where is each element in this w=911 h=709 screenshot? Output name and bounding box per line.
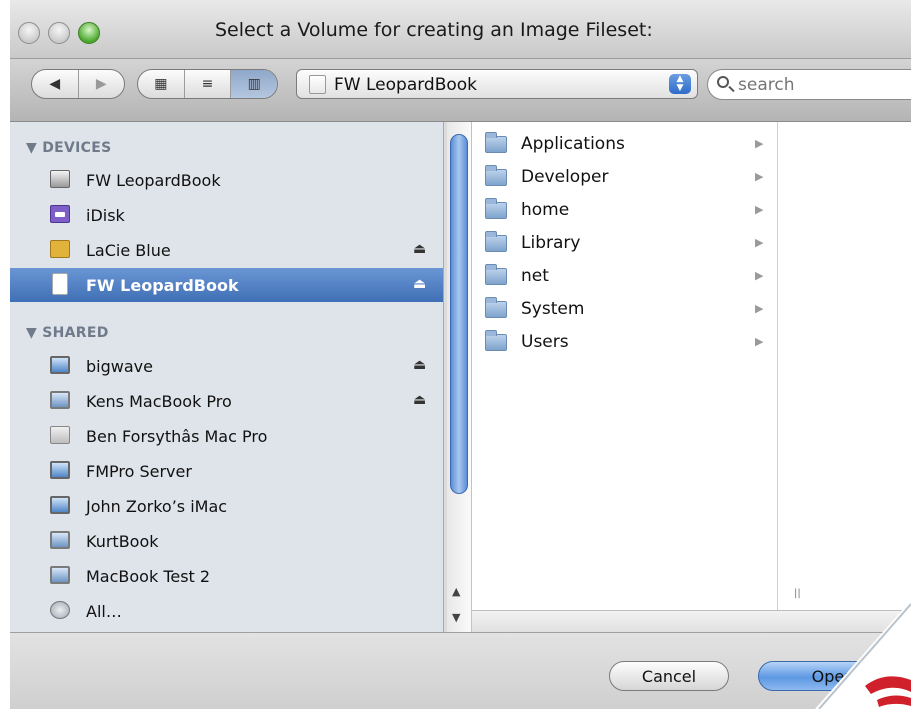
disclosure-arrow-icon: ▶ [755, 236, 764, 249]
title-bar: Select a Volume for creating an Image Fi… [10, 0, 911, 59]
disclosure-arrow-icon: ▶ [755, 335, 764, 348]
search-input[interactable] [736, 73, 890, 97]
folder-row-home[interactable]: home ▶ [472, 194, 777, 227]
list-view-button[interactable]: ≡ [185, 70, 232, 98]
folder-icon [485, 264, 507, 285]
folder-icon [485, 165, 507, 186]
zoom-window-button[interactable] [78, 22, 100, 44]
folder-row-net[interactable]: net ▶ [472, 260, 777, 293]
icon-view-button[interactable]: ▦ [138, 70, 185, 98]
search-icon [717, 76, 729, 88]
folder-row-users[interactable]: Users ▶ [472, 326, 777, 359]
sidebar-item-fw-leopardbook-disk[interactable]: FW LeopardBook [10, 163, 443, 197]
column-browser: Applications ▶ Developer ▶ home ▶ Librar… [472, 122, 911, 610]
sidebar-item-all[interactable]: All… [10, 594, 443, 628]
scroll-up-arrow-icon[interactable]: ▲ [452, 585, 460, 598]
forward-button[interactable]: ▶ [79, 70, 125, 98]
popup-stepper-icon: ▲ ▼ [669, 74, 691, 94]
sidebar-scrollbar[interactable]: ▲ ▼ [447, 122, 472, 632]
eject-icon[interactable]: ⏏ [413, 276, 426, 292]
folder-icon [485, 132, 507, 153]
eject-icon[interactable]: ⏏ [413, 357, 426, 373]
cancel-button[interactable]: Cancel [609, 661, 729, 691]
sidebar-item-macbook-test-2[interactable]: MacBook Test 2 [10, 559, 443, 593]
monitor-icon [50, 356, 70, 374]
toolbar: ◀ ▶ ▦ ≡ ▥ FW LeopardBook ▲ ▼ [10, 59, 911, 122]
disclosure-arrow-icon: ▶ [755, 302, 764, 315]
sidebar-item-kurtbook[interactable]: KurtBook [10, 524, 443, 558]
sidebar-item-ben-forsyth-mac-pro[interactable]: Ben Forsythâs Mac Pro [10, 419, 443, 453]
shared-header[interactable]: ▼ SHARED [26, 325, 109, 341]
imac-icon [50, 496, 70, 514]
sidebar-item-fmpro-server[interactable]: FMPro Server [10, 454, 443, 488]
lacie-drive-icon [50, 240, 70, 258]
back-forward-control: ◀ ▶ [31, 69, 125, 99]
macbook-icon [50, 391, 70, 409]
scroll-down-arrow-icon[interactable]: ▼ [452, 611, 460, 624]
network-globe-icon [50, 601, 70, 619]
disclosure-arrow-icon: ▶ [755, 137, 764, 150]
location-label: FW LeopardBook [334, 75, 478, 95]
sidebar-item-bigwave[interactable]: bigwave ⏏ [10, 349, 443, 383]
folder-row-system[interactable]: System ▶ [472, 293, 777, 326]
disclosure-arrow-icon: ▶ [755, 269, 764, 282]
monitor-icon [50, 461, 70, 479]
sidebar-scroll-thumb[interactable] [450, 134, 468, 494]
devices-header[interactable]: ▼ DEVICES [26, 140, 112, 156]
close-window-button[interactable] [18, 22, 40, 44]
column-view-button[interactable]: ▥ [231, 70, 277, 98]
view-mode-control: ▦ ≡ ▥ [137, 69, 278, 99]
dialog-button-bar: Cancel Open [10, 632, 911, 709]
open-dialog-window: Select a Volume for creating an Image Fi… [10, 0, 911, 709]
sidebar-item-lacie-blue[interactable]: LaCie Blue ⏏ [10, 233, 443, 267]
hard-drive-icon [50, 170, 70, 188]
sidebar-item-john-zorko-imac[interactable]: John Zorko’s iMac [10, 489, 443, 523]
folder-row-library[interactable]: Library ▶ [472, 227, 777, 260]
sidebar-item-kens-macbook-pro[interactable]: Kens MacBook Pro ⏏ [10, 384, 443, 418]
minimize-window-button[interactable] [48, 22, 70, 44]
macbook-icon [50, 566, 70, 584]
brand-swoosh-logo [815, 600, 911, 709]
column-resize-grip-icon[interactable]: || [794, 588, 801, 599]
volume-icon [309, 75, 326, 94]
eject-icon[interactable]: ⏏ [413, 241, 426, 257]
disclosure-arrow-icon: ▶ [755, 203, 764, 216]
eject-icon[interactable]: ⏏ [413, 392, 426, 408]
back-button[interactable]: ◀ [32, 70, 79, 98]
window-title: Select a Volume for creating an Image Fi… [215, 19, 653, 41]
sidebar-item-fw-leopardbook-volume[interactable]: FW LeopardBook ⏏ [10, 268, 443, 302]
folder-icon [485, 231, 507, 252]
folder-icon [485, 198, 507, 219]
folder-row-applications[interactable]: Applications ▶ [472, 128, 777, 161]
sidebar: ▼ DEVICES FW LeopardBook iDisk LaCie Blu… [10, 122, 444, 632]
sidebar-item-idisk[interactable]: iDisk [10, 198, 443, 232]
macbook-icon [50, 531, 70, 549]
search-field[interactable] [707, 69, 911, 100]
disclosure-arrow-icon: ▶ [755, 170, 764, 183]
macpro-icon [50, 426, 70, 444]
folder-row-developer[interactable]: Developer ▶ [472, 161, 777, 194]
folder-icon [485, 297, 507, 318]
browser-column-1: Applications ▶ Developer ▶ home ▶ Librar… [472, 122, 801, 610]
volume-icon [52, 273, 68, 295]
location-popup[interactable]: FW LeopardBook ▲ ▼ [296, 69, 698, 99]
folder-icon [485, 330, 507, 351]
idisk-icon [50, 205, 70, 223]
